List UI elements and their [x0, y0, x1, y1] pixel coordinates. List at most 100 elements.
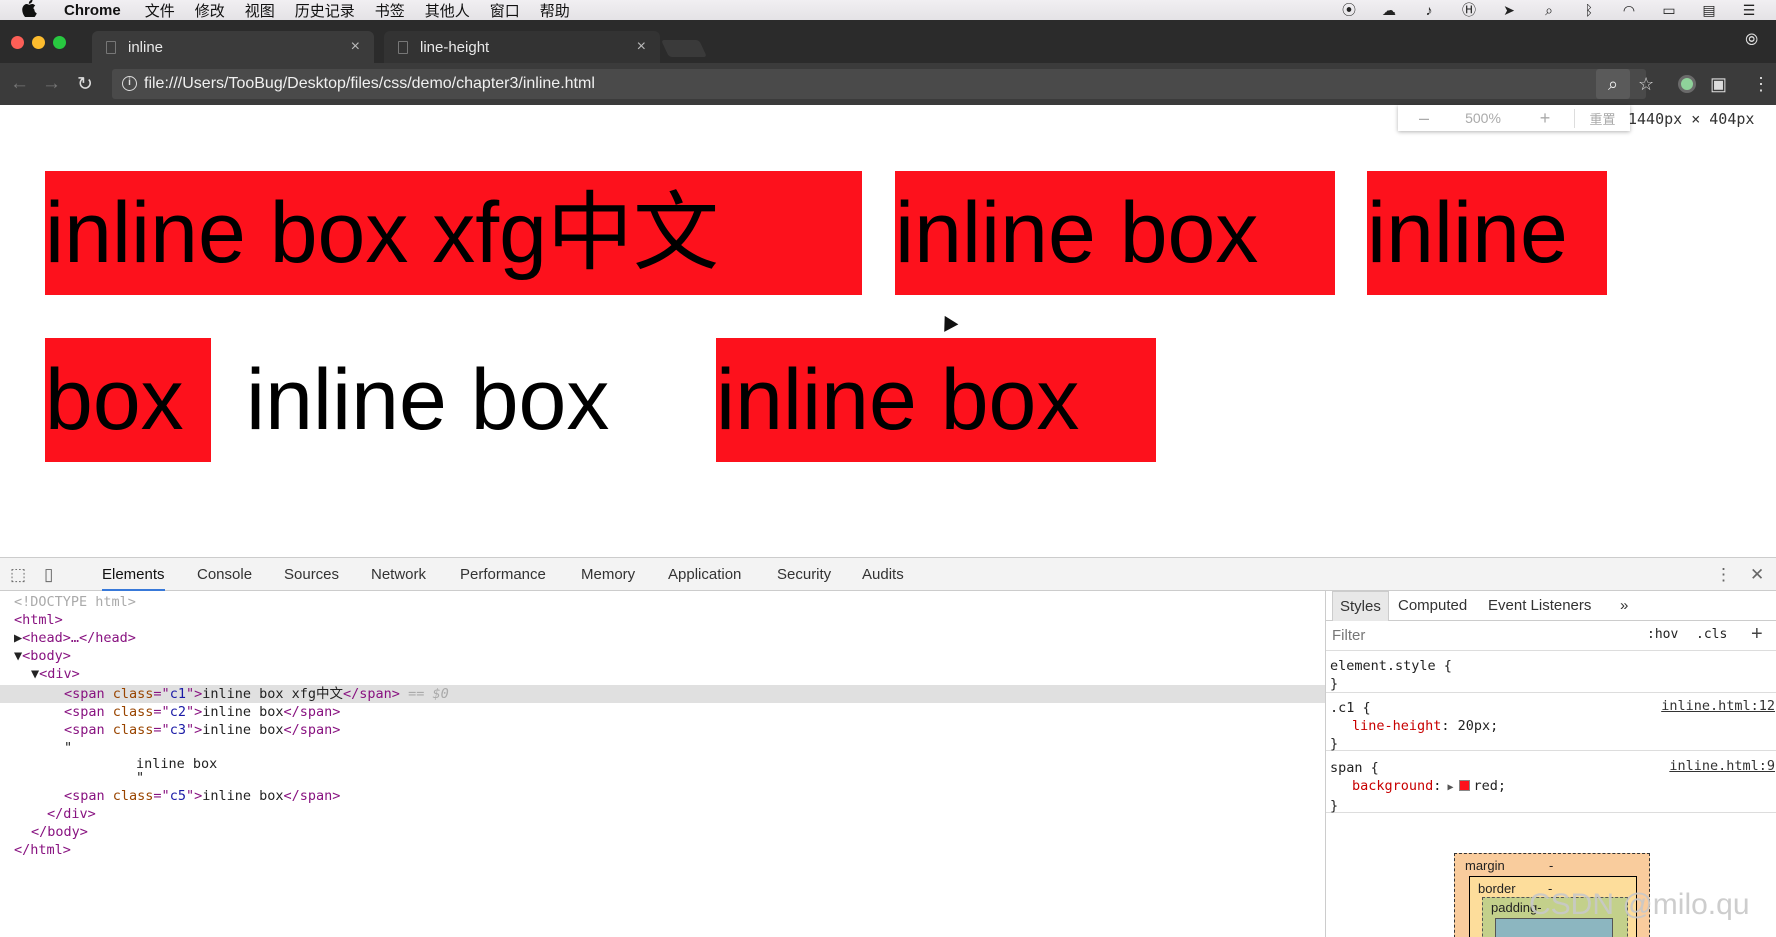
- add-rule-button[interactable]: +: [1751, 623, 1763, 646]
- div-tag: <div>: [39, 666, 80, 682]
- menu-edit[interactable]: 修改: [195, 0, 225, 21]
- mouse-cursor-icon: [937, 312, 959, 332]
- device-toolbar-icon[interactable]: ▯: [44, 565, 53, 585]
- div-close-node[interactable]: </div>: [0, 805, 1325, 823]
- back-arrow-icon[interactable]: ←: [10, 73, 29, 95]
- doctype-node[interactable]: <!DOCTYPE html>: [0, 593, 1325, 611]
- tab-inline[interactable]: inline ×: [92, 31, 374, 63]
- menu-history[interactable]: 历史记录: [295, 0, 355, 21]
- tab-sources[interactable]: Sources: [284, 558, 339, 591]
- rule-selector[interactable]: element.style {: [1330, 657, 1773, 675]
- new-tab-button[interactable]: [661, 40, 707, 57]
- body-node[interactable]: ▼<body>: [0, 647, 1325, 665]
- menu-help[interactable]: 帮助: [540, 0, 570, 21]
- bell-icon[interactable]: ♪: [1420, 2, 1438, 18]
- tab-computed[interactable]: Computed: [1398, 591, 1467, 621]
- info-icon[interactable]: i: [122, 76, 137, 91]
- menu-view[interactable]: 视图: [245, 0, 275, 21]
- expand-arrow-icon[interactable]: ▶: [14, 630, 22, 646]
- minimize-window-button[interactable]: [32, 36, 45, 49]
- collapse-arrow-icon[interactable]: ▼: [14, 648, 22, 664]
- send-icon[interactable]: ➤: [1500, 2, 1518, 18]
- tab-network[interactable]: Network: [371, 558, 426, 591]
- page-icon: [106, 41, 116, 54]
- cls-toggle[interactable]: .cls: [1696, 627, 1727, 642]
- more-menu-icon[interactable]: ⋮: [1752, 74, 1770, 95]
- html-node[interactable]: <html>: [0, 611, 1325, 629]
- menu-bookmarks[interactable]: 书签: [375, 0, 405, 21]
- close-tab-icon[interactable]: ×: [351, 38, 360, 56]
- maximize-window-button[interactable]: [53, 36, 66, 49]
- span-c3-node[interactable]: <span class="c3">inline box</span>: [0, 721, 1325, 739]
- span-c5-node[interactable]: <span class="c5">inline box</span>: [0, 787, 1325, 805]
- devtools-menu-icon[interactable]: ⋮: [1715, 565, 1732, 585]
- menu-app-name[interactable]: Chrome: [64, 2, 121, 19]
- menu-window[interactable]: 窗口: [490, 0, 520, 21]
- div-node[interactable]: ▼<div>: [0, 665, 1325, 683]
- apple-icon[interactable]: [22, 0, 40, 21]
- rule-declaration[interactable]: background: ▶ red;: [1330, 777, 1773, 797]
- span-c1-node[interactable]: <span class="c1">inline box xfg中文</span>…: [0, 685, 1325, 703]
- box-margin-value[interactable]: -: [1549, 858, 1553, 873]
- flag-us-icon[interactable]: ▤: [1700, 2, 1718, 18]
- tab-performance[interactable]: Performance: [460, 558, 546, 591]
- bookmark-star-icon[interactable]: ☆: [1638, 74, 1654, 95]
- attr-class-value: c5: [169, 788, 186, 804]
- tab-line-height[interactable]: line-height ×: [384, 31, 660, 63]
- macos-menubar: Chrome 文件 修改 视图 历史记录 书签 其他人 窗口 帮助 ⦿ ☁ ♪ …: [0, 0, 1776, 20]
- forward-arrow-icon[interactable]: →: [42, 73, 61, 95]
- close-tab-icon[interactable]: ×: [637, 38, 646, 56]
- h-badge-icon[interactable]: Ⓗ: [1460, 2, 1478, 18]
- tab-audits[interactable]: Audits: [862, 558, 904, 591]
- wifi-icon[interactable]: ◠: [1620, 2, 1638, 18]
- csdn-watermark: CSDN @milo.qu: [1529, 888, 1750, 921]
- url-text[interactable]: file:///Users/TooBug/Desktop/files/css/d…: [144, 75, 595, 93]
- zoom-magnifier-icon[interactable]: ⌕: [1596, 69, 1630, 99]
- page-viewport: – 500% + 重置 1440px × 404px inline box xf…: [0, 105, 1776, 557]
- html-close-node[interactable]: </html>: [0, 841, 1325, 859]
- span-c2-node[interactable]: <span class="c2">inline box</span>: [0, 703, 1325, 721]
- close-devtools-icon[interactable]: ✕: [1750, 565, 1764, 585]
- bluetooth-icon[interactable]: ᛒ: [1580, 2, 1598, 18]
- zoom-reset-button[interactable]: 重置: [1574, 108, 1630, 128]
- tab-application[interactable]: Application: [668, 558, 741, 591]
- attr-class-value: c2: [169, 704, 186, 720]
- tab-elements[interactable]: Elements: [102, 558, 165, 591]
- browser-toolbar: ← → ↻ i file:///Users/TooBug/Desktop/fil…: [0, 63, 1776, 105]
- rule-source-link[interactable]: inline.html:9: [1669, 757, 1775, 775]
- collapse-arrow-icon[interactable]: ▼: [31, 666, 39, 682]
- zoom-popup: – 500% + 重置: [1398, 105, 1630, 131]
- body-close-node[interactable]: </body>: [0, 823, 1325, 841]
- record-icon[interactable]: ⦿: [1340, 2, 1358, 18]
- head-node[interactable]: ▶<head>…</head>: [0, 629, 1325, 647]
- text-node-quote-close[interactable]: ": [0, 769, 1325, 787]
- reload-icon[interactable]: ↻: [77, 73, 93, 96]
- menu-people[interactable]: 其他人: [425, 0, 470, 21]
- span-c5: inline box: [716, 338, 1156, 462]
- extension-glasses-icon[interactable]: ▣: [1710, 74, 1727, 95]
- list-icon[interactable]: ☰: [1740, 2, 1758, 18]
- status-icons: ⦿ ☁ ♪ Ⓗ ➤ ⌕ ᛒ ◠ ▭ ▤ ☰: [1340, 0, 1758, 20]
- address-bar[interactable]: i file:///Users/TooBug/Desktop/files/css…: [112, 69, 1646, 99]
- rule-declaration[interactable]: line-height: 20px;: [1330, 717, 1773, 735]
- tab-event-listeners[interactable]: Event Listeners: [1488, 591, 1591, 621]
- zoom-out-button[interactable]: –: [1398, 108, 1450, 129]
- more-tabs-icon[interactable]: »: [1620, 591, 1628, 621]
- extension-green-icon[interactable]: [1678, 75, 1696, 93]
- tab-console[interactable]: Console: [197, 558, 252, 591]
- tab-memory[interactable]: Memory: [581, 558, 635, 591]
- styles-filter-input[interactable]: Filter: [1332, 627, 1365, 644]
- color-swatch-icon[interactable]: [1459, 780, 1471, 791]
- inspect-element-icon[interactable]: ⬚: [10, 565, 26, 585]
- spotlight-search-icon[interactable]: ⌕: [1540, 2, 1558, 18]
- hov-toggle[interactable]: :hov: [1647, 627, 1678, 642]
- close-window-button[interactable]: [11, 36, 24, 49]
- tab-security[interactable]: Security: [777, 558, 831, 591]
- tab-styles[interactable]: Styles: [1332, 591, 1389, 621]
- zoom-in-button[interactable]: +: [1516, 108, 1574, 129]
- menu-file[interactable]: 文件: [145, 0, 175, 21]
- battery-icon[interactable]: ▭: [1660, 2, 1678, 18]
- styles-filter-row: Filter :hov .cls +: [1326, 621, 1776, 651]
- rule-source-link[interactable]: inline.html:12: [1661, 697, 1775, 715]
- cloud-sync-icon[interactable]: ☁: [1380, 2, 1398, 18]
